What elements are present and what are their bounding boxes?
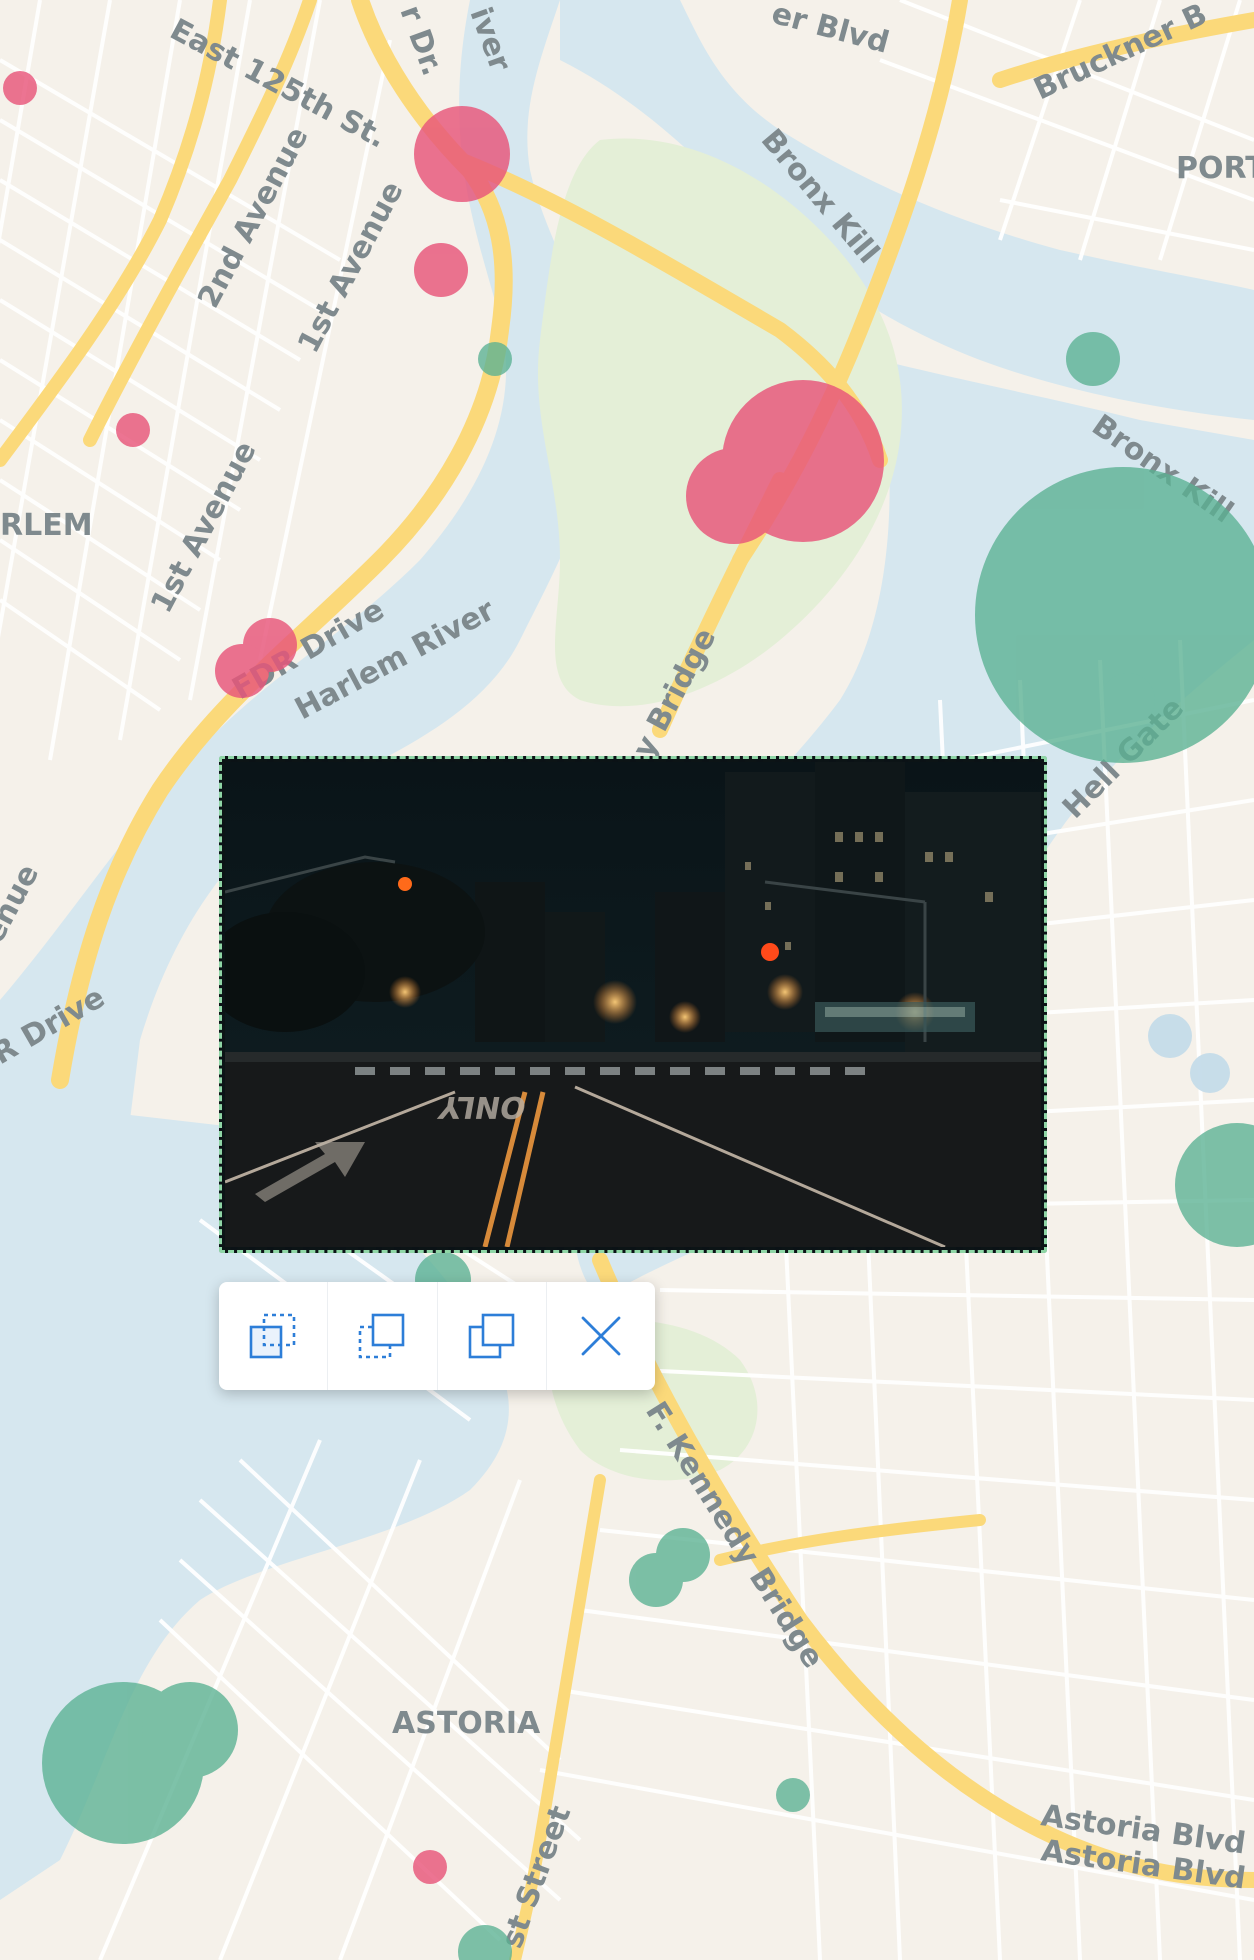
label-astoria: ASTORIA bbox=[392, 1706, 541, 1741]
close-button[interactable] bbox=[547, 1282, 655, 1390]
green-bubble bbox=[776, 1778, 810, 1812]
send-backward-icon bbox=[359, 1313, 405, 1359]
pink-bubble bbox=[413, 1850, 447, 1884]
green-bubble bbox=[1101, 673, 1155, 727]
pink-bubble bbox=[686, 448, 782, 544]
bring-forward-icon bbox=[468, 1313, 514, 1359]
selected-photo-frame[interactable]: ONLY bbox=[219, 756, 1047, 1253]
pink-bubble bbox=[414, 106, 510, 202]
send-to-back-icon bbox=[249, 1313, 296, 1359]
pink-bubble bbox=[3, 71, 37, 105]
green-bubble bbox=[656, 1528, 710, 1582]
blue-bubble bbox=[1148, 1014, 1192, 1058]
pink-bubble bbox=[414, 243, 468, 297]
label-port: PORT bbox=[1176, 151, 1254, 186]
layer-order-toolbar bbox=[219, 1282, 655, 1390]
close-icon bbox=[581, 1316, 621, 1356]
green-bubble bbox=[478, 342, 512, 376]
blue-bubble bbox=[1190, 1053, 1230, 1093]
night-street-photo: ONLY bbox=[225, 762, 1041, 1247]
bring-forward-button[interactable] bbox=[438, 1282, 547, 1390]
pink-bubble bbox=[116, 413, 150, 447]
send-backward-button[interactable] bbox=[328, 1282, 438, 1390]
green-bubble bbox=[142, 1682, 238, 1778]
send-to-back-button[interactable] bbox=[219, 1282, 329, 1390]
label-harlem: RLEM bbox=[0, 508, 93, 543]
road-marking-text: ONLY bbox=[435, 1089, 529, 1124]
pink-bubble bbox=[215, 644, 269, 698]
green-bubble bbox=[1066, 332, 1120, 386]
